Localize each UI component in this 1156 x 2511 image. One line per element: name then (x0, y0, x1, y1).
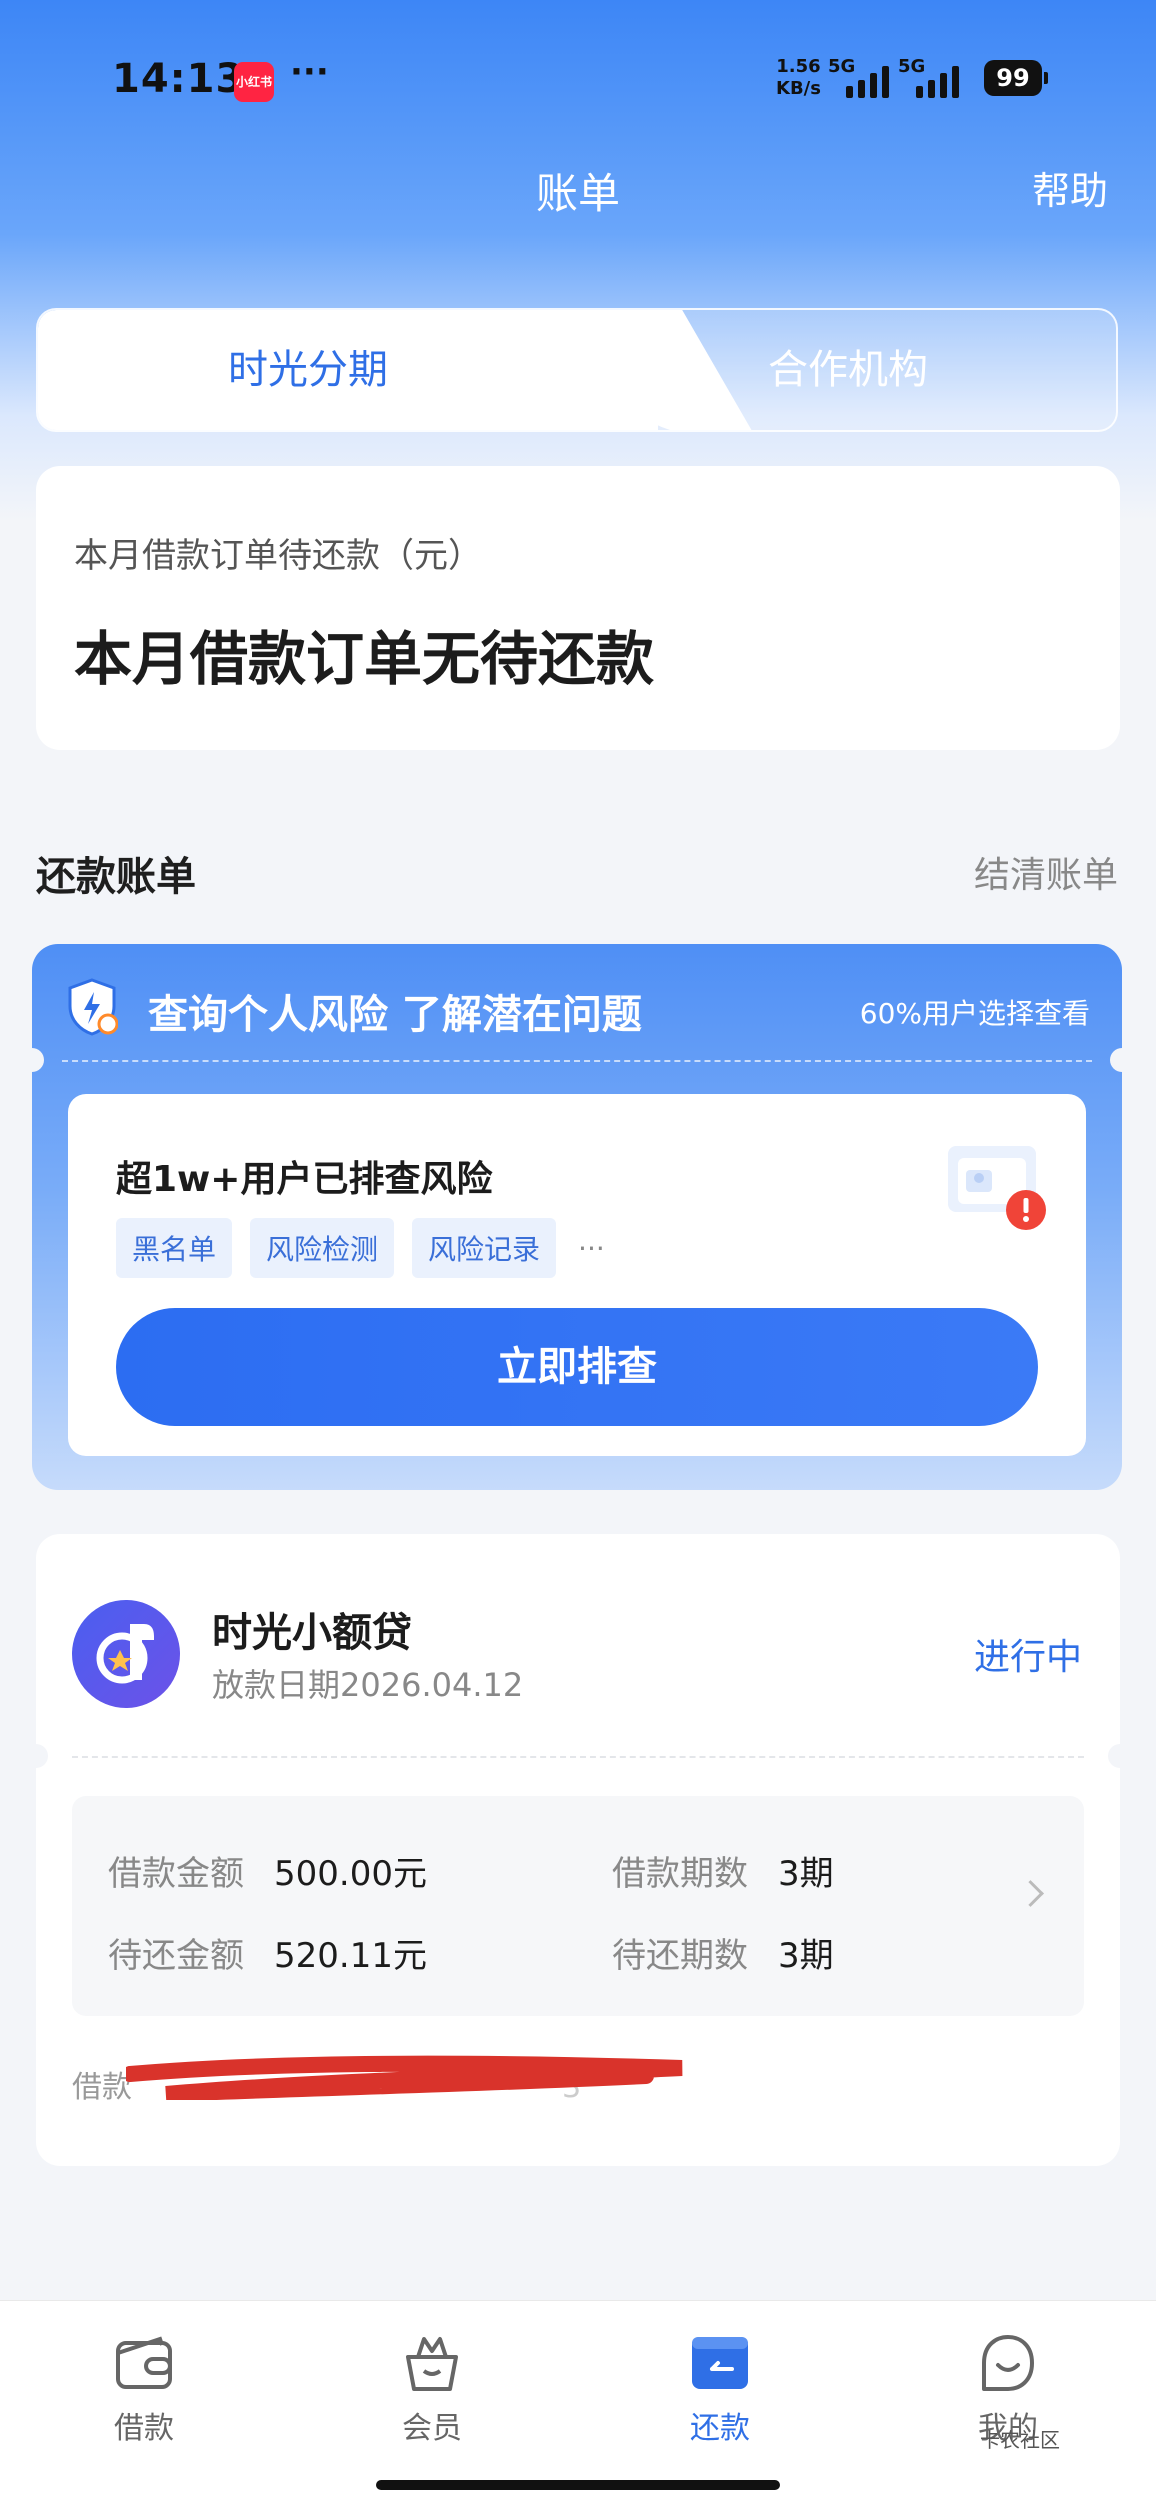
smile-icon (976, 2331, 1040, 2395)
risk-card-subtitle: 超1w+用户已排查风险 (116, 1159, 493, 1200)
loan-release-date: 放款日期2026.04.12 (212, 1666, 524, 1704)
page-title: 账单 (535, 169, 620, 218)
watermark: 卡农社区 (980, 2428, 1060, 2452)
loan-product-name: 时光小额贷 (212, 1610, 412, 1656)
nav-item-loan[interactable]: 借款 (44, 2331, 244, 2447)
tab-bar: 时光分期 合作机构 (36, 308, 1118, 432)
net-speed-unit: KB/s (776, 78, 821, 99)
due-amount-value: 520.11元 (274, 1936, 427, 1976)
monthly-due-card: 本月借款订单待还款（元） 本月借款订单无待还款 (36, 466, 1120, 750)
loan-amount-value: 500.00元 (274, 1854, 427, 1894)
help-button[interactable]: 帮助 (1032, 160, 1108, 215)
net-speed-value: 1.56 (776, 56, 821, 77)
risk-card-header: 查询个人风险 了解潜在问题 60%用户选择查看 (32, 944, 1122, 1064)
crown-bag-icon (400, 2331, 464, 2395)
risk-card-note: 60%用户选择查看 (859, 997, 1090, 1030)
tags-more: ··· (578, 1231, 605, 1265)
id-card-warning-icon (948, 1146, 1046, 1230)
nav-item-member[interactable]: 会员 (332, 2331, 532, 2447)
nav-label-member: 会员 (402, 2411, 462, 2446)
monthly-due-label: 本月借款订单待还款（元） (74, 536, 482, 576)
risk-check-card: 查询个人风险 了解潜在问题 60%用户选择查看 超1w+用户已排查风险 黑名单 … (20, 944, 1134, 1490)
due-periods-value: 3期 (778, 1936, 834, 1976)
tab-partner-institutions[interactable]: 合作机构 (578, 310, 1116, 430)
nav-label-loan: 借款 (114, 2411, 174, 2446)
nav-label-repay: 还款 (690, 2411, 750, 2446)
card-notch-left (24, 1744, 48, 1768)
due-amount-label: 待还金额 (108, 1936, 244, 1976)
due-periods-row: 待还期数 3期 (612, 1928, 834, 1977)
wallet-icon (112, 2331, 176, 2395)
chevron-right-icon (1017, 1880, 1044, 1907)
risk-card-title: 查询个人风险 了解潜在问题 (148, 992, 642, 1038)
tab-shiguang-installment[interactable]: 时光分期 (38, 310, 578, 430)
status-time: 14:13 (112, 56, 245, 102)
card-notch-left (20, 1048, 44, 1072)
net-speed: 1.56 KB/s (776, 56, 821, 100)
tag-risk-detection: 风险检测 (250, 1218, 395, 1278)
risk-card-body: 超1w+用户已排查风险 黑名单 风险检测 风险记录 ··· 立即排查 (68, 1094, 1086, 1456)
shield-icon (68, 978, 118, 1036)
more-notifications-icon: ··· (290, 52, 329, 92)
loan-status-badge: 进行中 (973, 1637, 1082, 1678)
card-notch-right (1108, 1744, 1132, 1768)
loan-periods-value: 3期 (778, 1854, 834, 1894)
settled-bills-link[interactable]: 结清账单 (974, 846, 1118, 898)
loan-periods-row: 借款期数 3期 (612, 1846, 834, 1895)
loan-card[interactable]: 时光小额贷 放款日期2026.04.12 进行中 借款金额 500.00元 借款期… (24, 1534, 1132, 2166)
repayment-bills-title: 还款账单 (36, 854, 196, 900)
xiaohongshu-app-icon: 小红书 (234, 62, 274, 102)
home-indicator[interactable] (376, 2480, 780, 2490)
tag-blacklist: 黑名单 (116, 1218, 233, 1278)
nav-item-repay[interactable]: 还款 (620, 2331, 820, 2447)
tag-risk-record: 风险记录 (412, 1218, 557, 1278)
card-notch-right (1110, 1048, 1134, 1072)
loan-periods-label: 借款期数 (612, 1854, 748, 1894)
shiguang-logo-icon (72, 1600, 180, 1708)
battery-icon: 99 (984, 60, 1048, 96)
divider (62, 1060, 1092, 1062)
loan-amount-row: 借款金额 500.00元 (108, 1846, 427, 1895)
signal-sim1-icon: 5G (828, 56, 892, 98)
status-bar: 14:13 小红书 ··· 1.56 KB/s 5G 5G 99 (0, 0, 1156, 150)
risk-tags: 黑名单 风险检测 风险记录 ··· (116, 1218, 605, 1278)
loan-amount-label: 借款金额 (108, 1854, 244, 1894)
redaction-scribble (126, 2055, 683, 2100)
monthly-due-value: 本月借款订单无待还款 (74, 625, 655, 693)
loan-details[interactable]: 借款金额 500.00元 借款期数 3期 待还金额 520.11元 待还期数 3期 (72, 1796, 1084, 2016)
due-amount-row: 待还金额 520.11元 (108, 1928, 427, 1977)
repay-card-icon (688, 2331, 752, 2395)
loan-number-label: 借款 (72, 2070, 132, 2105)
divider (72, 1756, 1084, 1758)
due-periods-label: 待还期数 (612, 1936, 748, 1976)
check-now-button[interactable]: 立即排查 (116, 1308, 1038, 1426)
signal-sim2-icon: 5G (898, 56, 968, 98)
